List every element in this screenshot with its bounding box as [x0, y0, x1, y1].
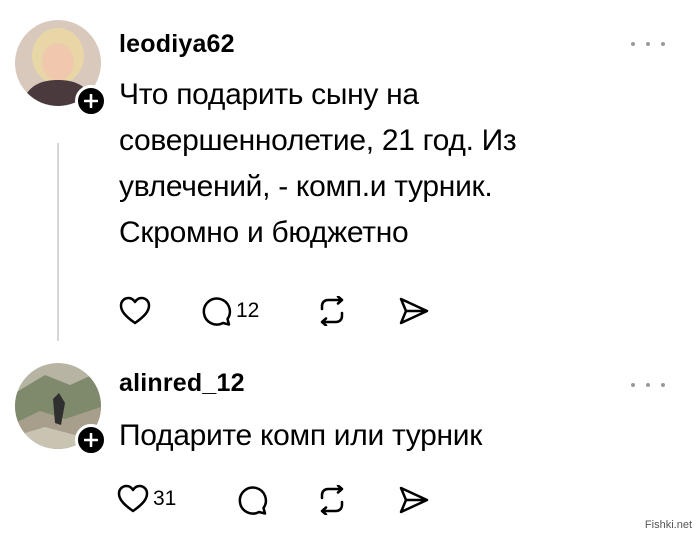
- post-text-line: увлечений, - комп.и турник.: [119, 170, 493, 203]
- post-1: leodiya62 Что подарить сыну на совершенн…: [0, 0, 700, 345]
- watermark: Fishki.net: [644, 519, 692, 531]
- post-text: Что подарить сыну на совершеннолетие, 21…: [119, 72, 679, 256]
- repost-button[interactable]: [316, 485, 348, 515]
- post-text-line: Что подарить сыну на: [119, 78, 419, 111]
- post-text-line: совершеннолетие, 21 год. Из: [119, 124, 517, 157]
- share-icon: [399, 486, 429, 514]
- post-text-line: Скромно и бюджетно: [119, 216, 409, 249]
- share-button[interactable]: [398, 296, 430, 326]
- comment-icon: [202, 297, 232, 326]
- heart-icon: [117, 484, 149, 513]
- username[interactable]: alinred_12: [119, 369, 245, 398]
- post-text-line: Подарите комп или турник: [119, 419, 483, 452]
- comment-icon: [238, 486, 268, 515]
- repost-icon: [320, 296, 344, 326]
- repost-button[interactable]: [316, 296, 348, 326]
- reply-count: 12: [236, 299, 260, 322]
- like-button[interactable]: 31: [117, 484, 176, 514]
- heart-icon: [119, 296, 151, 325]
- repost-icon: [320, 485, 344, 515]
- like-button[interactable]: [119, 296, 151, 326]
- more-options-icon[interactable]: [631, 40, 665, 48]
- follow-plus-icon[interactable]: [75, 85, 107, 117]
- like-count: 31: [153, 487, 177, 510]
- reply-button[interactable]: 12: [200, 295, 259, 327]
- share-icon: [399, 297, 429, 325]
- username[interactable]: leodiya62: [119, 30, 235, 59]
- share-button[interactable]: [398, 485, 430, 515]
- more-options-icon[interactable]: [631, 381, 665, 389]
- reply-button[interactable]: [236, 484, 268, 516]
- follow-plus-icon[interactable]: [75, 424, 107, 456]
- post-2: alinred_12 Подарите комп или турник 31: [0, 345, 700, 537]
- thread-line: [57, 143, 59, 341]
- post-text: Подарите комп или турник: [119, 413, 679, 459]
